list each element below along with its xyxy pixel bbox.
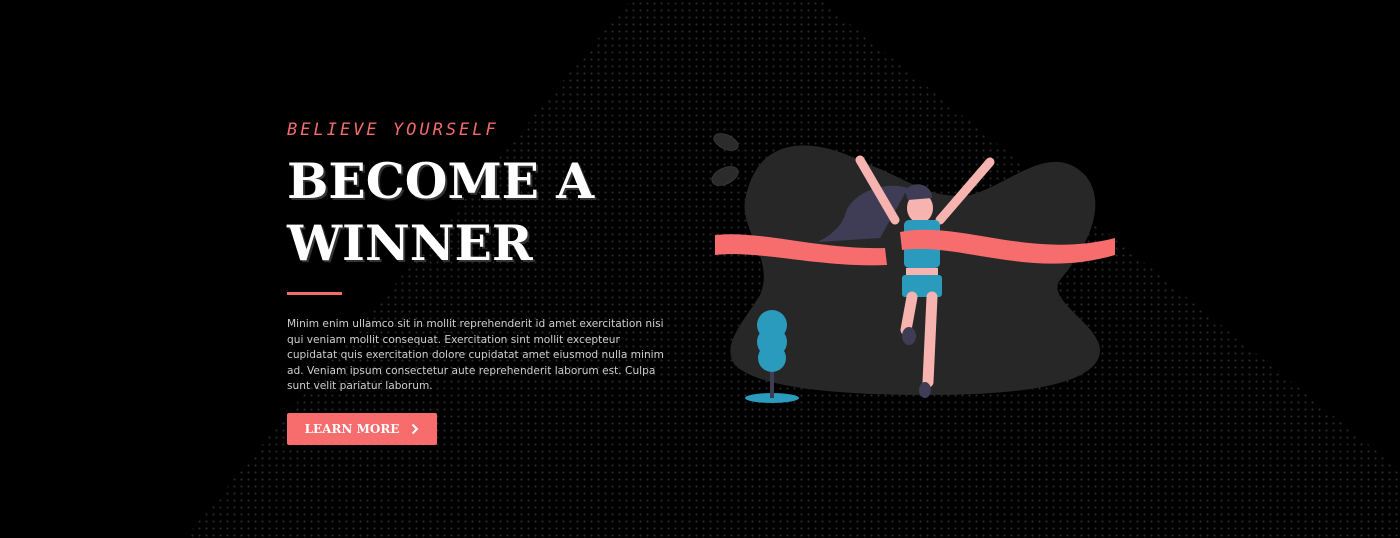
hero-eyebrow: BELIEVE YOURSELF bbox=[287, 120, 499, 140]
learn-more-button[interactable]: LEARN MORE bbox=[287, 412, 437, 445]
hero-description: Minim enim ullamco sit in mollit reprehe… bbox=[287, 318, 664, 392]
hero-title-line2: WINNER bbox=[287, 214, 533, 272]
hero-title: BECOME A WINNER bbox=[287, 150, 707, 274]
winner-illustration bbox=[711, 133, 1115, 403]
chevron-right-icon bbox=[412, 423, 419, 434]
hero-title-line1: BECOME A bbox=[287, 152, 595, 210]
leaf-icon bbox=[711, 133, 739, 186]
learn-more-label: LEARN MORE bbox=[304, 421, 400, 436]
hero-section: BELIEVE YOURSELF BECOME A WINNER Minim e… bbox=[287, 120, 707, 445]
title-divider bbox=[287, 292, 342, 295]
